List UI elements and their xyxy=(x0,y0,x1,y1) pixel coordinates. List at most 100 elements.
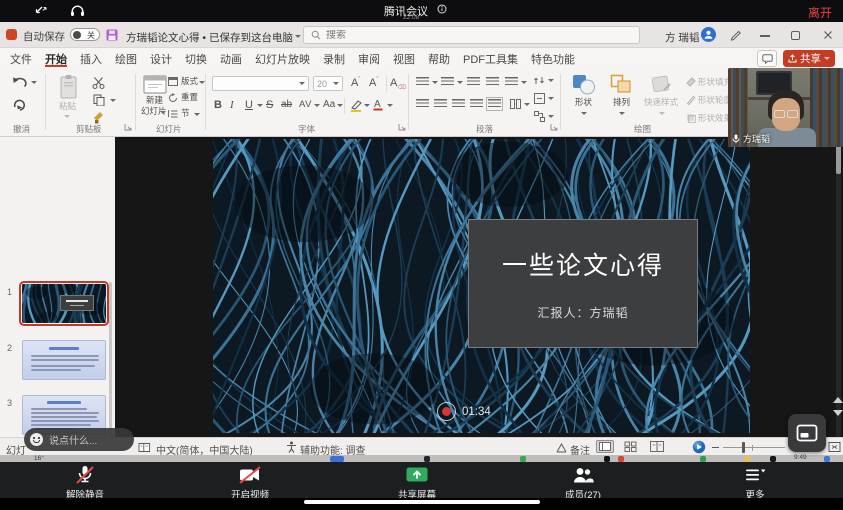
avatar[interactable] xyxy=(701,27,716,42)
tab-help[interactable]: 帮助 xyxy=(428,51,450,67)
minimize-button[interactable] xyxy=(760,35,770,37)
reset-icon[interactable] xyxy=(168,93,178,103)
close-button[interactable] xyxy=(823,30,833,40)
notes-icon[interactable] xyxy=(556,443,567,453)
chat-quick-input[interactable]: 说点什么... xyxy=(24,428,134,451)
home-indicator[interactable] xyxy=(304,500,540,504)
zoom-out-button[interactable] xyxy=(712,447,719,448)
main-scrollbar[interactable] xyxy=(836,137,841,437)
decrease-indent-icon[interactable] xyxy=(467,77,480,87)
bold-button[interactable]: B xyxy=(214,99,222,111)
strikethrough-button[interactable]: S xyxy=(266,99,273,111)
change-case-button[interactable]: Aa xyxy=(323,99,335,110)
tab-special-features[interactable]: 特色功能 xyxy=(531,51,575,67)
align-text-icon[interactable] xyxy=(534,93,545,104)
comments-button[interactable] xyxy=(757,50,777,67)
cut-icon[interactable] xyxy=(92,77,105,89)
user-name[interactable]: 方 瑞韬 xyxy=(665,30,699,45)
columns-icon[interactable] xyxy=(510,99,521,109)
numbering-icon[interactable] xyxy=(441,77,454,87)
paragraph-dialog-launcher-icon[interactable] xyxy=(550,123,558,131)
font-name-combobox[interactable] xyxy=(212,76,309,91)
double-strikethrough-button[interactable]: ab xyxy=(281,99,292,110)
tab-file[interactable]: 文件 xyxy=(10,51,32,67)
align-left-icon[interactable] xyxy=(416,99,429,109)
layout-label[interactable]: 版式 xyxy=(181,77,198,87)
reset-label[interactable]: 重置 xyxy=(181,93,198,103)
undo-button[interactable] xyxy=(12,76,27,89)
copy-chevron-down-icon[interactable] xyxy=(110,99,116,102)
zoom-slider-track[interactable] xyxy=(723,447,785,448)
tab-view[interactable]: 视图 xyxy=(393,51,415,67)
tab-draw[interactable]: 绘图 xyxy=(115,51,137,67)
font-color-icon[interactable]: A xyxy=(372,98,384,112)
slide-thumbnail-1[interactable] xyxy=(22,284,106,323)
justify-icon[interactable] xyxy=(470,99,483,109)
pen-icon[interactable] xyxy=(730,29,742,41)
redo-button[interactable] xyxy=(12,98,26,111)
slide-sorter-view-button[interactable] xyxy=(624,441,637,452)
headphones-icon[interactable] xyxy=(70,4,85,17)
info-circle-icon[interactable] xyxy=(437,4,447,14)
grow-font-button[interactable]: Aˆ xyxy=(351,77,360,89)
underline-button[interactable]: U xyxy=(245,99,253,111)
tab-home[interactable]: 开始 xyxy=(45,51,67,67)
text-direction-icon[interactable] xyxy=(534,75,545,86)
undo-chevron-down-icon[interactable] xyxy=(31,81,37,84)
slide-thumbnail-2[interactable] xyxy=(22,340,106,380)
leave-meeting-button[interactable]: 离开 xyxy=(808,4,832,21)
autosave-toggle[interactable]: 关 xyxy=(70,28,100,41)
search-box[interactable] xyxy=(303,26,640,44)
next-slide-icon[interactable] xyxy=(833,410,843,416)
section-label[interactable]: 节 xyxy=(181,109,190,119)
shapes-icon[interactable] xyxy=(572,74,596,95)
tab-review[interactable]: 审阅 xyxy=(358,51,380,67)
maximize-button[interactable] xyxy=(791,31,800,40)
tab-transitions[interactable]: 切换 xyxy=(185,51,207,67)
tab-record[interactable]: 录制 xyxy=(323,51,345,67)
font-size-combobox[interactable]: 20 xyxy=(313,76,343,91)
tab-insert[interactable]: 插入 xyxy=(80,51,102,67)
participant-video-tile[interactable]: 方瑞韬 xyxy=(728,68,843,147)
new-slide-button[interactable] xyxy=(143,75,167,94)
increase-indent-icon[interactable] xyxy=(486,77,499,87)
tab-animations[interactable]: 动画 xyxy=(220,51,242,67)
accessibility-icon[interactable] xyxy=(286,441,297,453)
save-icon[interactable] xyxy=(106,29,118,41)
tab-slideshow[interactable]: 幻灯片放映 xyxy=(255,51,310,67)
members-button[interactable]: 成员(27) xyxy=(538,465,628,501)
slideshow-view-button[interactable] xyxy=(692,440,706,454)
document-title[interactable]: 方瑞韬论文心得 • 已保存到这台电脑 xyxy=(126,30,293,45)
character-spacing-button[interactable]: AV xyxy=(299,99,312,110)
distribute-icon[interactable] xyxy=(488,99,501,109)
align-center-icon[interactable] xyxy=(434,99,447,109)
search-input[interactable] xyxy=(326,30,606,41)
tab-pdf-tools[interactable]: PDF工具集 xyxy=(463,51,518,67)
convert-smartart-icon[interactable] xyxy=(534,111,545,122)
arrange-icon[interactable] xyxy=(610,74,633,95)
collapse-window-icon[interactable] xyxy=(32,4,48,18)
previous-slide-icon[interactable] xyxy=(833,397,843,403)
unmute-button[interactable]: 解除静音 xyxy=(40,465,130,501)
zoom-slider-knob[interactable] xyxy=(742,442,745,453)
layout-icon[interactable] xyxy=(168,77,178,86)
text-highlight-icon[interactable] xyxy=(349,100,362,112)
shrink-font-button[interactable]: Aˇ xyxy=(369,77,378,89)
section-icon[interactable] xyxy=(168,109,178,118)
align-right-icon[interactable] xyxy=(452,99,465,109)
line-spacing-icon[interactable] xyxy=(505,77,518,87)
copy-icon[interactable] xyxy=(93,94,105,106)
italic-button[interactable]: I xyxy=(230,99,234,111)
share-screen-button[interactable]: 共享屏幕 xyxy=(372,465,462,501)
more-button[interactable]: 更多 xyxy=(710,465,800,501)
floating-window-button[interactable] xyxy=(788,414,826,452)
normal-view-button[interactable] xyxy=(596,440,614,453)
spellcheck-icon[interactable] xyxy=(138,442,151,453)
font-dialog-launcher-icon[interactable] xyxy=(398,123,406,131)
bullets-icon[interactable] xyxy=(416,77,429,87)
start-video-button[interactable]: 开启视频 xyxy=(205,465,295,501)
clear-formatting-button[interactable]: A⌫ xyxy=(390,77,406,91)
tab-design[interactable]: 设计 xyxy=(150,51,172,67)
clipboard-dialog-launcher-icon[interactable] xyxy=(124,123,132,131)
share-button[interactable]: 共享 xyxy=(783,50,835,67)
